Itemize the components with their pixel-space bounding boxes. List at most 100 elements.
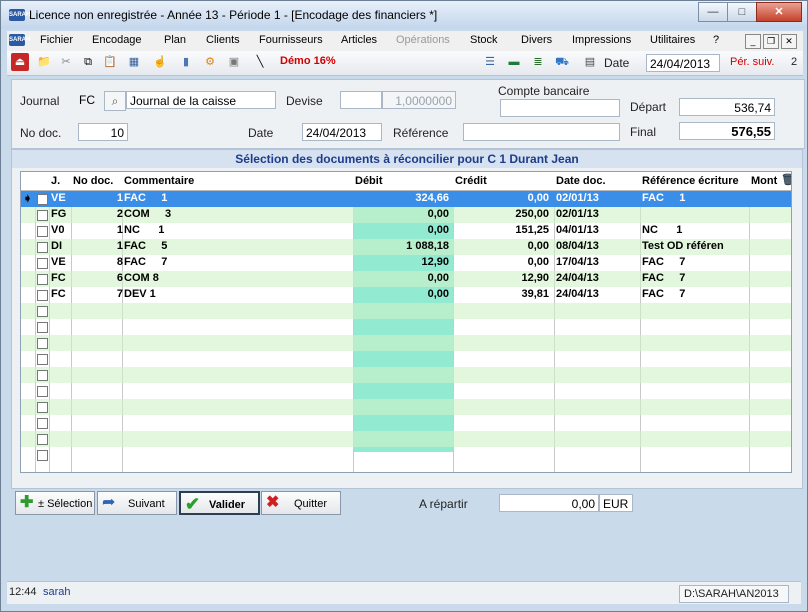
maximize-button[interactable]: □ bbox=[727, 2, 757, 22]
menu-clients[interactable]: Clients bbox=[206, 34, 240, 46]
row-checkbox[interactable] bbox=[37, 274, 48, 285]
box-icon[interactable]: ▣ bbox=[225, 53, 243, 71]
row-checkbox[interactable] bbox=[37, 290, 48, 301]
menu-plan[interactable]: Plan bbox=[164, 34, 186, 46]
calculator-icon[interactable]: ▦ bbox=[125, 53, 143, 71]
menu-divers[interactable]: Divers bbox=[521, 34, 552, 46]
row-checkbox[interactable] bbox=[37, 370, 48, 381]
date-field[interactable]: 24/04/2013 bbox=[302, 123, 382, 141]
table-row[interactable] bbox=[21, 303, 791, 319]
close-button[interactable]: ✕ bbox=[756, 2, 802, 22]
header-debit[interactable]: Débit bbox=[355, 175, 383, 187]
table-row[interactable] bbox=[21, 367, 791, 383]
menu-fichier[interactable]: Fichier bbox=[40, 34, 73, 46]
table-row[interactable] bbox=[21, 431, 791, 447]
cell-journal: V0 bbox=[51, 224, 65, 236]
mdi-restore-button[interactable]: ❐ bbox=[763, 34, 779, 49]
cell-commentaire: FAC 5 bbox=[124, 240, 168, 252]
row-checkbox[interactable] bbox=[37, 450, 48, 461]
mdi-app-icon: SARAH bbox=[9, 34, 30, 46]
valider-button[interactable]: ✔ Valider bbox=[179, 491, 260, 515]
a-repartir-field: 0,00 bbox=[499, 494, 599, 512]
mdi-close-button[interactable]: ✕ bbox=[781, 34, 797, 49]
row-checkbox[interactable] bbox=[37, 402, 48, 413]
table-row[interactable]: V0 1 NC 1 0,00 151,25 04/01/13 NC 1 bbox=[21, 223, 791, 239]
header-reference[interactable]: Référence écriture bbox=[642, 175, 739, 187]
header-journal[interactable]: J. bbox=[51, 175, 60, 187]
row-checkbox[interactable] bbox=[37, 242, 48, 253]
cell-reference: Test OD référen bbox=[642, 240, 724, 252]
header-no-doc[interactable]: No doc. bbox=[73, 175, 113, 187]
menu-help[interactable]: ? bbox=[713, 34, 719, 46]
basket-icon[interactable]: ⛟ bbox=[553, 53, 571, 71]
menu-fournisseurs[interactable]: Fournisseurs bbox=[259, 34, 323, 46]
row-checkbox[interactable] bbox=[37, 434, 48, 445]
reference-field[interactable] bbox=[463, 123, 620, 141]
row-checkbox[interactable] bbox=[37, 338, 48, 349]
toolbar-date-field[interactable]: 24/04/2013 bbox=[646, 54, 720, 72]
copy-icon[interactable]: ⧉ bbox=[79, 53, 97, 71]
header-commentaire[interactable]: Commentaire bbox=[124, 175, 194, 187]
cut-icon[interactable]: ✂ bbox=[57, 53, 75, 71]
settings-gear-icon[interactable]: ⚙ bbox=[201, 53, 219, 71]
exit-icon[interactable]: ⏏ bbox=[11, 53, 29, 71]
no-doc-field[interactable]: 10 bbox=[78, 123, 128, 141]
table-row[interactable]: FG 2 COM 3 0,00 250,00 02/01/13 bbox=[21, 207, 791, 223]
suivant-button[interactable]: ➦ Suivant bbox=[97, 491, 177, 515]
period-next-label[interactable]: Pér. suiv. bbox=[730, 56, 774, 68]
menu-encodage[interactable]: Encodage bbox=[92, 34, 142, 46]
menu-stock[interactable]: Stock bbox=[470, 34, 498, 46]
devise-field[interactable] bbox=[340, 91, 382, 109]
journal-search-icon[interactable]: ⌕ bbox=[104, 91, 126, 111]
checkmark-icon: ✔ bbox=[185, 494, 201, 514]
table-row[interactable] bbox=[21, 399, 791, 415]
header-montant[interactable]: Mont bbox=[751, 175, 777, 187]
book-icon[interactable]: ▮ bbox=[177, 53, 195, 71]
table-row[interactable] bbox=[21, 415, 791, 431]
row-checkbox[interactable] bbox=[37, 386, 48, 397]
row-checkbox[interactable] bbox=[37, 226, 48, 237]
compte-bancaire-field[interactable] bbox=[500, 99, 620, 117]
document-list-icon[interactable]: ☰ bbox=[481, 53, 499, 71]
table-row[interactable] bbox=[21, 383, 791, 399]
menu-articles[interactable]: Articles bbox=[341, 34, 377, 46]
row-checkbox[interactable] bbox=[37, 258, 48, 269]
cell-debit: 0,00 bbox=[427, 272, 449, 284]
journal-code-field[interactable]: FC bbox=[76, 91, 102, 109]
calendar-icon[interactable]: ▤ bbox=[581, 53, 599, 71]
header-credit[interactable]: Crédit bbox=[455, 175, 487, 187]
trash-icon[interactable]: 🗑 bbox=[781, 173, 791, 186]
table-row[interactable] bbox=[21, 447, 791, 463]
table-row[interactable] bbox=[21, 319, 791, 335]
table-row[interactable]: VE 8 FAC 7 12,90 0,00 17/04/13 FAC 7 bbox=[21, 255, 791, 271]
journal-name-field[interactable]: Journal de la caisse bbox=[126, 91, 276, 109]
menu-utilitaires[interactable]: Utilitaires bbox=[650, 34, 695, 46]
paste-icon[interactable]: 📋 bbox=[101, 53, 119, 71]
table-row[interactable] bbox=[21, 351, 791, 367]
row-checkbox[interactable] bbox=[37, 354, 48, 365]
row-checkbox[interactable] bbox=[37, 210, 48, 221]
book-green-icon[interactable]: ▬ bbox=[505, 53, 523, 71]
row-checkbox[interactable] bbox=[37, 418, 48, 429]
row-checkbox[interactable] bbox=[37, 306, 48, 317]
row-checkbox[interactable] bbox=[37, 322, 48, 333]
quitter-button[interactable]: ✖ Quitter bbox=[261, 491, 341, 515]
selection-button[interactable]: ✚ ± Sélection bbox=[15, 491, 95, 515]
a-repartir-currency: EUR bbox=[599, 494, 633, 512]
table-row[interactable] bbox=[21, 335, 791, 351]
table-row[interactable]: FC 7 DEV 1 0,00 39,81 24/04/13 FAC 7 bbox=[21, 287, 791, 303]
menu-impressions[interactable]: Impressions bbox=[572, 34, 631, 46]
table-row[interactable]: FC 6 COM 8 0,00 12,90 24/04/13 FAC 7 bbox=[21, 271, 791, 287]
pen-icon[interactable]: ╲ bbox=[251, 53, 269, 71]
mdi-minimize-button[interactable]: _ bbox=[745, 34, 761, 49]
help-hand-icon[interactable]: ☝ bbox=[151, 53, 169, 71]
cell-journal: FG bbox=[51, 208, 67, 220]
table-row[interactable]: ➧ VE 1 FAC 1 324,66 0,00 02/01/13 FAC 1 bbox=[21, 191, 791, 207]
row-checkbox[interactable] bbox=[37, 194, 48, 205]
cell-journal: FC bbox=[51, 288, 66, 300]
header-date-doc[interactable]: Date doc. bbox=[556, 175, 606, 187]
stack-books-icon[interactable]: ≣ bbox=[529, 53, 547, 71]
table-row[interactable]: DI 1 FAC 5 1 088,18 0,00 08/04/13 Test OD réfé… bbox=[21, 239, 791, 255]
minimize-button[interactable]: — bbox=[698, 2, 728, 22]
open-folder-icon[interactable]: 📁 bbox=[35, 53, 53, 71]
